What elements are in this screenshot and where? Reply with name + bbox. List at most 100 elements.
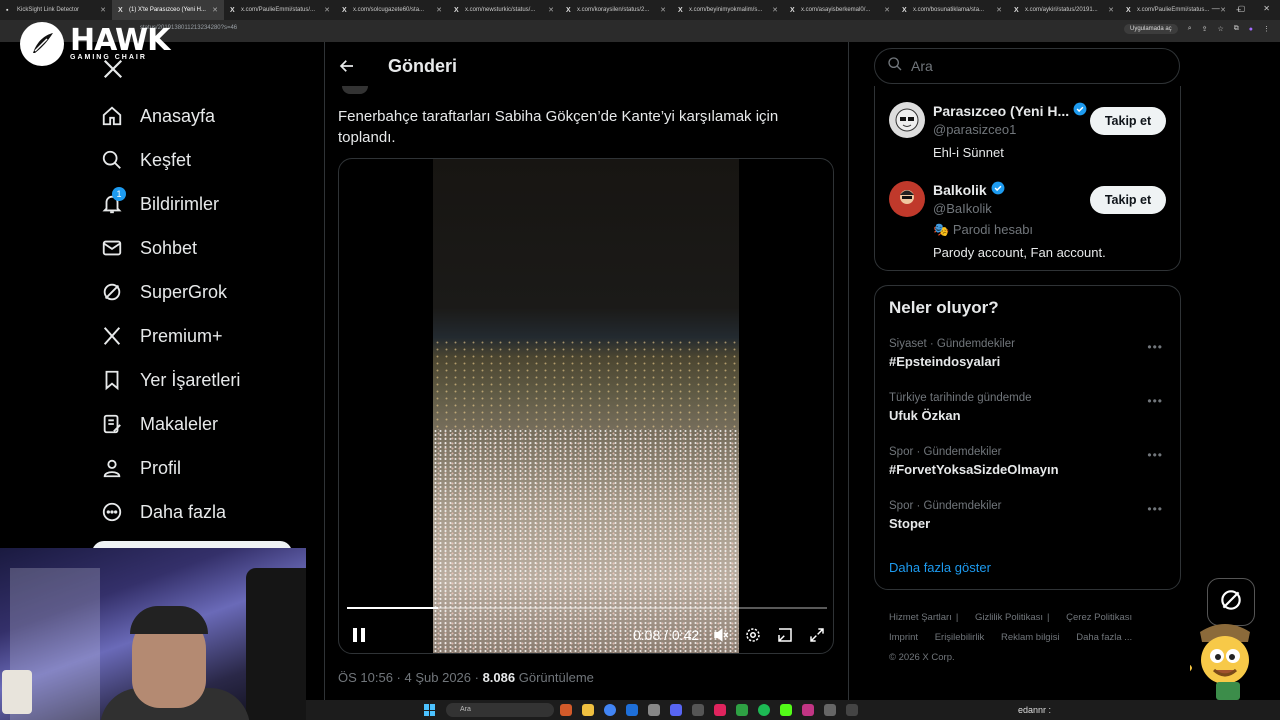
share-icon[interactable]: ⇪ xyxy=(1202,25,1208,33)
nav-explore[interactable]: Keşfet xyxy=(100,145,191,175)
spotify-icon[interactable] xyxy=(758,704,770,716)
close-window-icon[interactable]: ✕ xyxy=(1263,4,1270,13)
trend-item[interactable]: Spor · Gündemdekiler Stoper ••• xyxy=(889,500,1169,531)
fullscreen-icon[interactable] xyxy=(807,625,827,645)
browser-tab[interactable]: Xx.com/newsturkic/status/... ✕ xyxy=(448,0,560,20)
folder-icon[interactable] xyxy=(582,704,594,716)
browser-tab[interactable]: ▪ KickSight Link Detector ✕ xyxy=(0,0,112,20)
trend-name: Stoper xyxy=(889,516,931,531)
divider xyxy=(324,42,325,700)
chrome-icon[interactable] xyxy=(604,704,616,716)
trend-item[interactable]: Siyaset · Gündemdekiler #Epsteindosyalar… xyxy=(889,338,1169,369)
nav-home[interactable]: Anasayfa xyxy=(100,101,215,131)
app-icon[interactable] xyxy=(714,704,726,716)
follow-button[interactable]: Takip et xyxy=(1090,107,1166,135)
more-icon[interactable]: ••• xyxy=(1147,448,1163,462)
nav-bookmarks[interactable]: Yer İşaretleri xyxy=(100,365,240,395)
edge-icon[interactable] xyxy=(626,704,638,716)
nav-articles[interactable]: Makaleler xyxy=(100,409,218,439)
x-icon: X xyxy=(118,6,123,14)
open-in-app-button[interactable]: Uygulamada aç xyxy=(1123,24,1178,34)
follow-user-row[interactable]: Parasızceo (Yeni H... @parasizceo1 Ehl-i… xyxy=(889,102,1087,160)
app-icon[interactable] xyxy=(846,704,858,716)
discord-icon[interactable] xyxy=(670,704,682,716)
mute-icon[interactable] xyxy=(711,625,731,645)
more-icon[interactable]: ••• xyxy=(1147,502,1163,516)
video-time: 0:08 / 0:42 xyxy=(633,627,700,643)
avatar[interactable] xyxy=(889,181,925,217)
trend-item[interactable]: Türkiye tarihinde gündemde Ufuk Özkan ••… xyxy=(889,392,1169,423)
profile-icon[interactable]: ● xyxy=(1249,26,1253,33)
browser-tab[interactable]: Xx.com/beyinimyokmalim/s... ✕ xyxy=(672,0,784,20)
follow-name[interactable]: Balkolik xyxy=(933,182,987,198)
app-icon[interactable] xyxy=(560,704,572,716)
nav-more[interactable]: Daha fazla xyxy=(100,497,226,527)
browser-tab[interactable]: Xx.com/solcugazete60/sta... ✕ xyxy=(336,0,448,20)
footer-link[interactable]: Hizmet Şartları xyxy=(889,612,952,623)
browser-tab[interactable]: Xx.com/asayisberkemal0/... ✕ xyxy=(784,0,896,20)
trend-category: Spor · Gündemdekiler xyxy=(889,446,1002,458)
star-icon[interactable]: ☆ xyxy=(1217,25,1223,33)
pause-icon[interactable] xyxy=(349,625,369,645)
trend-item[interactable]: Spor · Gündemdekiler #ForvetYoksaSizdeOl… xyxy=(889,446,1169,477)
close-tab-icon[interactable]: ✕ xyxy=(100,6,106,14)
close-tab-icon[interactable]: ✕ xyxy=(772,6,778,14)
app-icon[interactable] xyxy=(802,704,814,716)
more-icon[interactable]: ••• xyxy=(1147,394,1163,408)
close-tab-icon[interactable]: ✕ xyxy=(548,6,554,14)
close-tab-icon[interactable]: ✕ xyxy=(324,6,330,14)
author-avatar-partial[interactable] xyxy=(342,86,368,94)
kick-icon[interactable] xyxy=(780,704,792,716)
show-more-link[interactable]: Daha fazla göster xyxy=(889,560,991,575)
footer-link[interactable]: Çerez Politikası xyxy=(1066,612,1132,623)
close-tab-icon[interactable]: ✕ xyxy=(212,6,218,14)
close-tab-icon[interactable]: ✕ xyxy=(436,6,442,14)
maximize-icon[interactable]: ▢ xyxy=(1238,4,1246,13)
app-icon[interactable] xyxy=(692,704,704,716)
follow-name[interactable]: Parasızceo (Yeni H... xyxy=(933,103,1069,119)
close-tab-icon[interactable]: ✕ xyxy=(1108,6,1114,14)
windows-start-icon[interactable] xyxy=(424,704,436,716)
taskbar-search[interactable]: Ara xyxy=(446,703,554,717)
close-tab-icon[interactable]: ✕ xyxy=(884,6,890,14)
video-frame[interactable] xyxy=(433,159,739,653)
nav-profile[interactable]: Profil xyxy=(100,453,181,483)
steam-icon[interactable] xyxy=(648,704,660,716)
video-player[interactable]: 0:08 / 0:42 xyxy=(338,158,834,654)
browser-tab[interactable]: Xx.com/PaulieEmmi/status/... ✕ xyxy=(224,0,336,20)
avatar[interactable] xyxy=(889,102,925,138)
post-date[interactable]: 4 Şub 2026 xyxy=(405,670,472,685)
close-tab-icon[interactable]: ✕ xyxy=(660,6,666,14)
footer-link[interactable]: Daha fazla ... xyxy=(1076,632,1132,643)
search-input[interactable] xyxy=(911,58,1151,74)
browser-tab[interactable]: Xx.com/aykiri/status/20191... ✕ xyxy=(1008,0,1120,20)
browser-tab[interactable]: Xx.com/koraysilen/status/2... ✕ xyxy=(560,0,672,20)
zoom-icon[interactable]: ⌕ xyxy=(1188,25,1192,33)
nav-premium[interactable]: Premium+ xyxy=(100,321,223,351)
browser-tab-active[interactable]: X (1) X'te Parasızceo (Yeni H... ✕ xyxy=(112,0,224,20)
close-tab-icon[interactable]: ✕ xyxy=(996,6,1002,14)
nav-chat[interactable]: Sohbet xyxy=(100,233,197,263)
address-bar[interactable]: status/2019138011213234280?s=46 Uygulama… xyxy=(0,20,1280,42)
more-icon[interactable]: ••• xyxy=(1147,340,1163,354)
footer-link[interactable]: Reklam bilgisi xyxy=(1001,632,1060,643)
extensions-icon[interactable]: ⧉ xyxy=(1234,25,1239,33)
browser-tab[interactable]: Xx.com/bosunatiklama/sta... ✕ xyxy=(896,0,1008,20)
app-icon[interactable] xyxy=(736,704,748,716)
follow-button[interactable]: Takip et xyxy=(1090,186,1166,214)
minimize-player-icon[interactable] xyxy=(775,625,795,645)
minimize-icon[interactable]: — xyxy=(1212,4,1220,13)
nav-supergrok[interactable]: SuperGrok xyxy=(100,277,227,307)
video-progress-bar[interactable] xyxy=(347,607,827,609)
menu-icon[interactable]: ⋮ xyxy=(1263,25,1270,33)
app-icon[interactable] xyxy=(824,704,836,716)
back-arrow-icon[interactable] xyxy=(338,56,358,76)
search-box[interactable] xyxy=(874,48,1180,84)
settings-gear-icon[interactable] xyxy=(743,625,763,645)
divider xyxy=(848,42,849,700)
follow-user-row[interactable]: Balkolik @BaIkolik 🎭 Parodi hesabı Parod… xyxy=(889,181,1106,260)
footer-link[interactable]: Erişilebilirlik xyxy=(935,632,985,643)
footer-link[interactable]: Gizlilik Politikası xyxy=(975,612,1043,623)
grok-button[interactable] xyxy=(1207,578,1255,626)
footer-link[interactable]: Imprint xyxy=(889,632,918,643)
